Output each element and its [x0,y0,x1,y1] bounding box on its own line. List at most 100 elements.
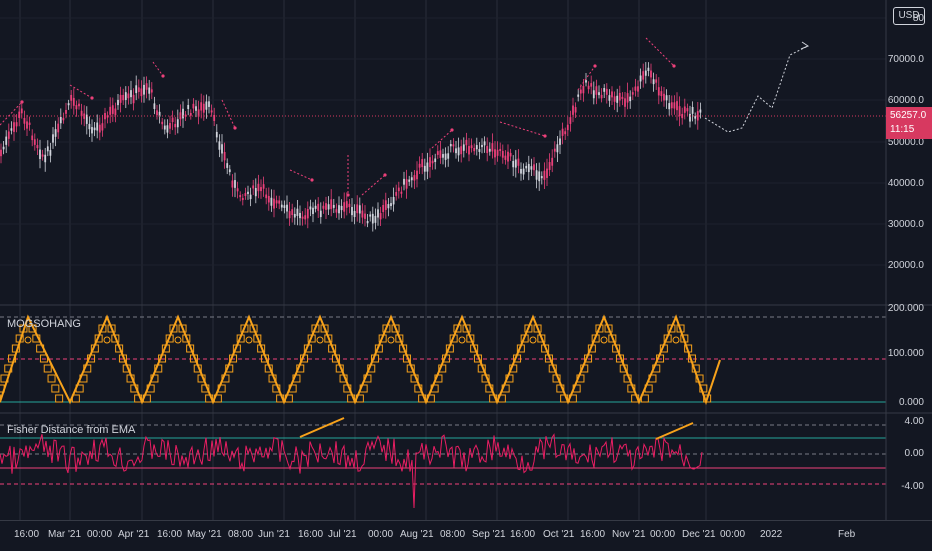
candle-body [128,93,130,98]
candle-body [421,159,423,167]
candle-body [224,152,226,160]
candle-body [81,111,83,117]
candle-body [442,154,444,158]
candle-body [289,211,291,218]
candle-body [237,188,239,191]
candle-body [590,83,592,87]
candle-body [390,203,392,206]
candle-body [52,134,54,142]
candle-body [99,125,101,133]
candle-body [195,106,197,110]
annotation-arrow-head [233,126,236,129]
candle-body [16,122,18,126]
candle-body [567,125,569,130]
candle-body [96,123,98,131]
candle-body [143,85,145,95]
candle-body [31,136,33,141]
candle-body [609,95,611,101]
candle-body [450,144,452,146]
time-label: 16:00 [298,529,323,540]
candle-body [453,144,455,146]
candle-body [255,188,257,196]
candle-body [276,200,278,203]
candle-body [562,129,564,136]
candle-body [437,151,439,155]
candle-body [554,149,556,152]
candle-body [91,127,93,133]
candle-body [200,102,202,110]
candle-body [533,164,535,170]
candle-body [336,209,338,212]
indicator1-title[interactable]: MOGSOHANG [7,318,81,330]
annotation-arrow-head [383,173,386,176]
candle-body [694,116,696,118]
candle-body [73,98,75,106]
price-label: 80 [913,13,924,24]
candle-body [614,96,616,101]
candle-body [432,161,434,164]
candle-body [250,195,252,199]
time-label: 00:00 [368,529,393,540]
ind2-axis-label: -4.00 [901,481,924,492]
candle-body [208,101,210,107]
candle-body [515,159,517,167]
candle-body [658,87,660,95]
candle-body [679,106,681,116]
candle-body [26,121,28,128]
candle-body [138,87,140,92]
candle-body [382,205,384,212]
candle-body [580,90,582,94]
candle-body [455,148,457,153]
candle-body [419,164,421,168]
candle-body [653,79,655,84]
candle-body [492,143,494,151]
candle-body [356,204,358,213]
candle-body [601,95,603,98]
ind1-axis-label: 100.000 [888,348,924,359]
candle-body [8,131,10,138]
candle-body [525,166,527,168]
indicator2-title[interactable]: Fisher Distance from EMA [7,424,135,436]
candle-body [689,114,691,122]
time-label: Jul '21 [328,529,357,540]
candle-body [416,171,418,180]
candle-body [177,119,179,127]
candle-body [666,95,668,100]
candle-body [629,97,631,101]
candle-body [676,101,678,110]
candle-body [203,104,205,113]
candle-body [520,169,522,174]
time-label: Aug '21 [400,529,434,540]
candle-body [182,109,184,119]
candle-body [385,200,387,210]
candle-body [89,124,91,129]
candle-body [476,145,478,149]
candle-body [364,214,366,219]
time-label: Jun '21 [258,529,290,540]
time-label: 00:00 [650,529,675,540]
candle-body [497,150,499,156]
candle-body [486,146,488,153]
candle-body [655,79,657,82]
candle-body [395,192,397,196]
candle-body [674,102,676,108]
ind2-axis-label: 4.00 [905,416,924,427]
candle-body [622,97,624,99]
candle-body [354,211,356,217]
candle-body [18,112,20,118]
annotation-arrow-head [672,64,675,67]
price-label: 30000.0 [888,219,924,230]
candle-body [564,131,566,134]
candle-body [351,207,353,215]
candle-body [39,150,41,159]
candle-body [164,126,166,130]
candle-body [161,122,163,124]
candle-body [642,71,644,79]
price-label: 60000.0 [888,95,924,106]
candle-body [245,193,247,196]
candle-body [281,205,283,208]
candle-body [512,161,514,167]
candle-body [531,166,533,169]
chart-canvas[interactable] [0,0,932,550]
candle-body [310,206,312,209]
